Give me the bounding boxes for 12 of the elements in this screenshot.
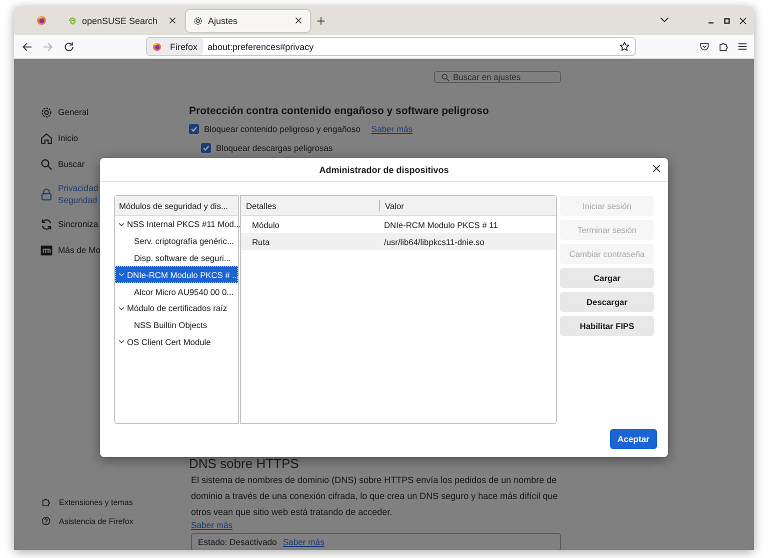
- table-cell-text: Módulo: [251, 220, 280, 230]
- checkbox-label: Bloquear descargas peligrosas: [216, 143, 333, 153]
- description-text: El sistema de nombres de dominio (DNS) sobre HTTPS envía los pedidos de un nombre de dominio a través de una conexión cifrada, lo que crea un DNS seguro y hace más difícil que otros vean que sitio web está tratando de acceder.: [190, 474, 559, 519]
- table-cell-text: Ruta: [251, 236, 271, 246]
- table-cell-text: /usr/lib64/libpkcs11-dnie.so: [383, 236, 484, 246]
- table-cell-text: DNIe-RCM Modulo PKCS # 11: [383, 220, 498, 230]
- status-text: Estado: Desactivado: [198, 537, 277, 547]
- url-text: about:preferences#privacy: [206, 42, 315, 52]
- section-heading: DNS sobre HTTPS: [189, 456, 300, 471]
- section-heading: Protección contra contenido engañoso y software peligroso: [189, 105, 490, 117]
- checkbox-label: Bloquear contenido peligroso y engañoso: [204, 124, 360, 134]
- dialog-title: Administrador de dispositivos: [319, 164, 449, 174]
